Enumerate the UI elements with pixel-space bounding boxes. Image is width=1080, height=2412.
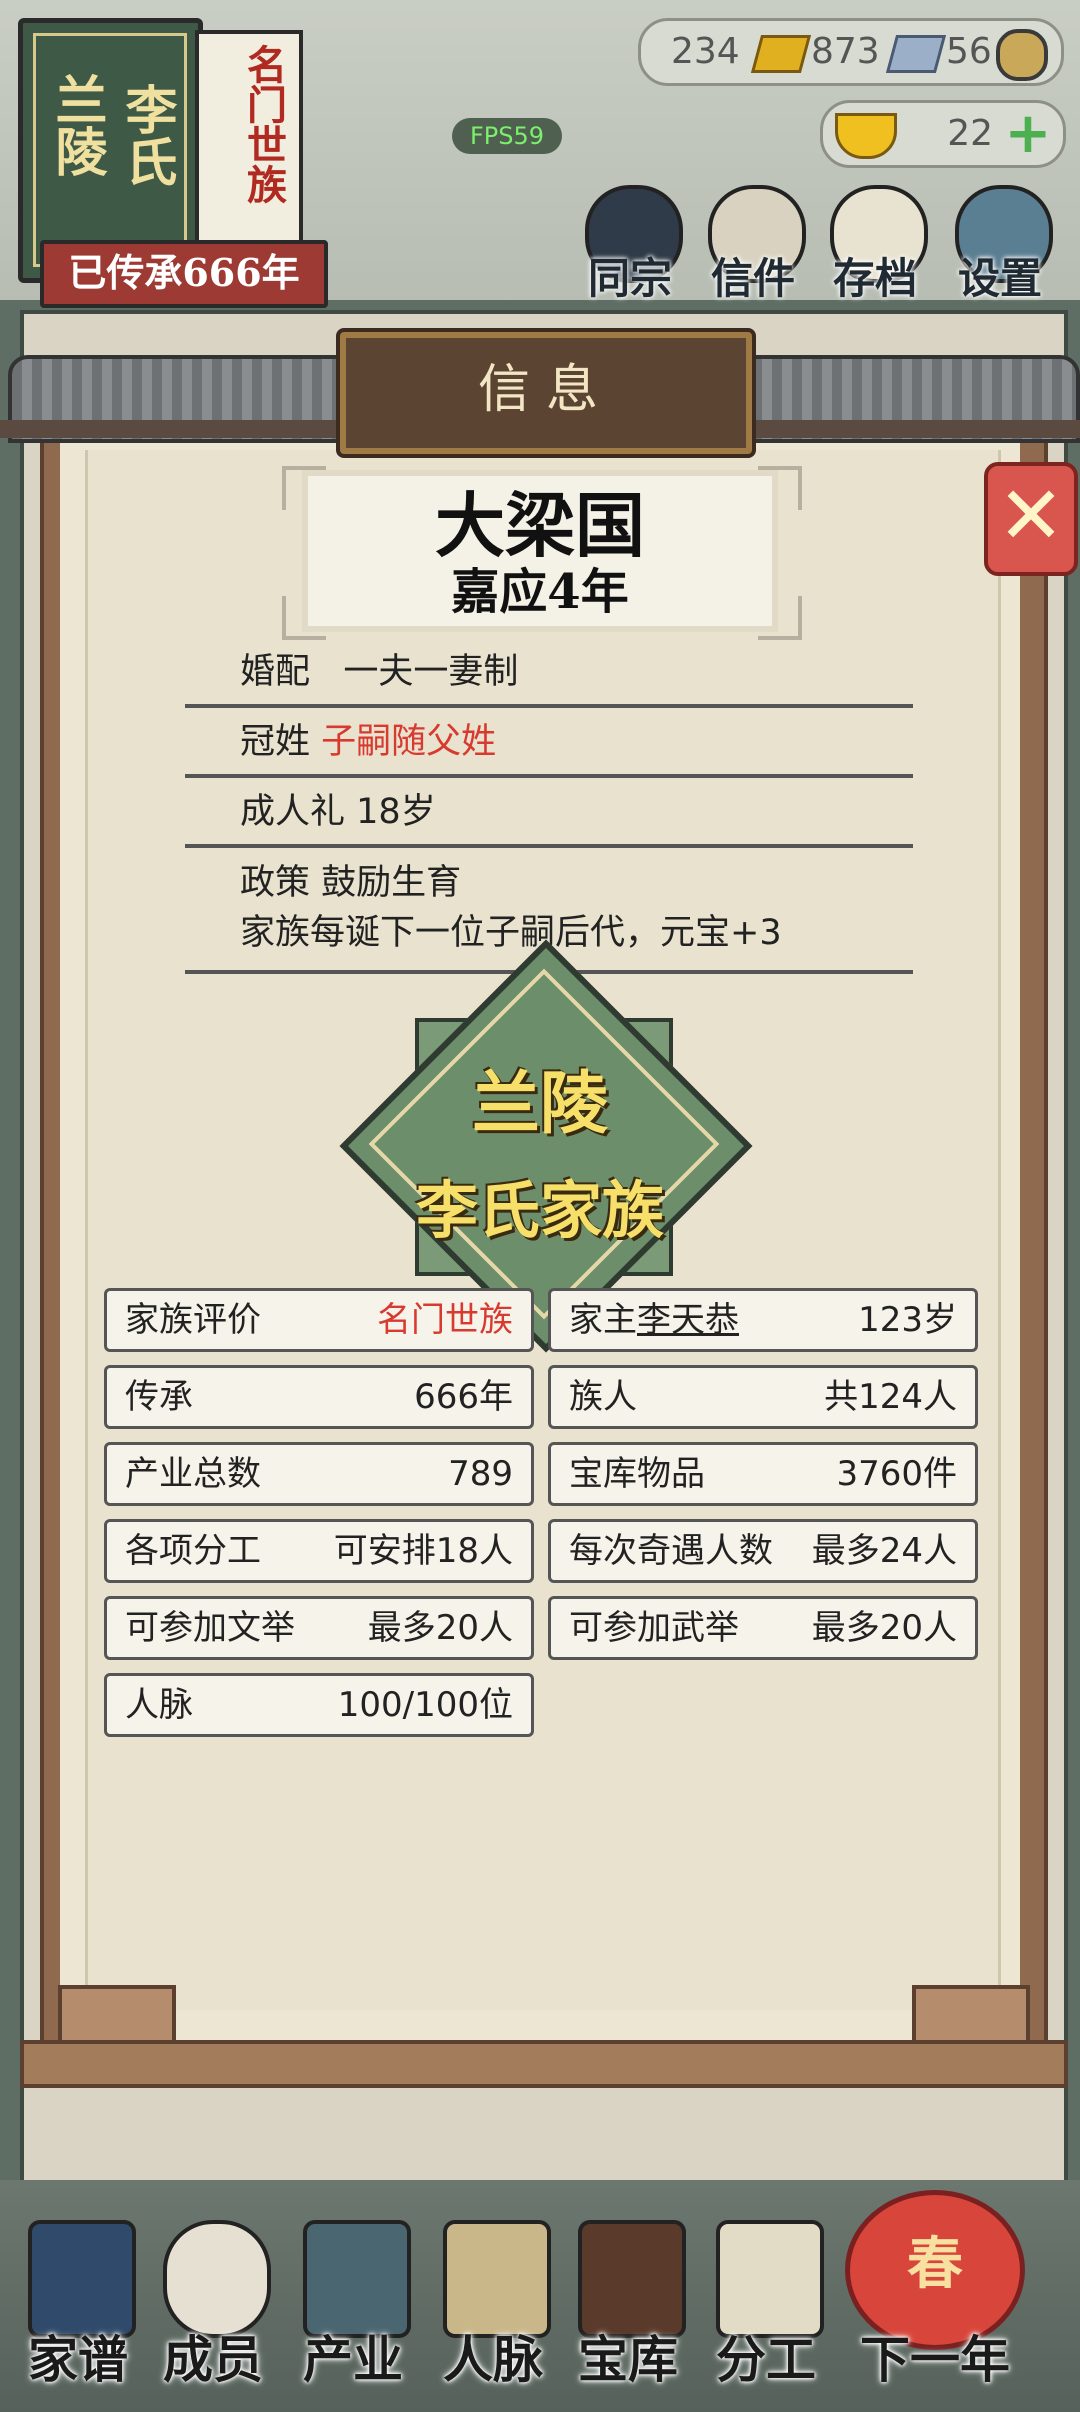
nav-industry-label: 产业: [303, 2330, 403, 2389]
nav-vault[interactable]: 宝库: [560, 2220, 696, 2400]
policy-label: 政策: [240, 863, 311, 903]
stat-value: 3760件: [836, 1454, 957, 1494]
silver-bar-icon: [885, 35, 947, 73]
stat-civil-exam: 可参加文举 最多20人: [104, 1596, 534, 1660]
stat-label: 宝库物品: [569, 1454, 705, 1494]
next-year-button[interactable]: 下一年: [850, 2220, 1020, 2400]
legacy-ribbon: 已传承666年: [40, 240, 328, 308]
currency-bar: 234 873 56: [638, 18, 1064, 86]
stat-value: 789: [448, 1454, 513, 1494]
adulthood-label: 成人礼: [240, 792, 346, 832]
stat-clan-members: 族人 共124人: [548, 1365, 978, 1429]
adulthood-row: 成人礼 18岁: [185, 780, 913, 848]
nav-members[interactable]: 成员: [145, 2220, 281, 2400]
menu-settings-button[interactable]: 设置: [945, 185, 1055, 303]
menu-clan-label: 同宗: [587, 254, 672, 303]
marriage-value: 一夫一妻制: [343, 652, 519, 692]
close-icon: ✕: [997, 469, 1065, 562]
fps-counter: FPS59: [452, 118, 562, 154]
stat-label: 各项分工: [125, 1531, 261, 1571]
gold-count: 234: [671, 31, 740, 72]
next-year-label: 下一年: [860, 2330, 1010, 2389]
coin-icon: [996, 29, 1048, 81]
stat-label: 传承: [125, 1377, 193, 1417]
stat-value: 共124人: [824, 1377, 957, 1417]
head-age: 123岁: [858, 1300, 957, 1340]
stat-labor: 各项分工 可安排18人: [104, 1519, 534, 1583]
marriage-row: 婚配 一夫一妻制: [185, 640, 913, 708]
stat-value: 最多20人: [811, 1608, 957, 1648]
stat-label: 产业总数: [125, 1454, 261, 1494]
stat-network: 人脉 100/100位: [104, 1673, 534, 1737]
marriage-label: 婚配: [240, 652, 311, 692]
modal-title: 信息: [477, 360, 614, 420]
rank-banner: 名门世族: [195, 30, 303, 248]
banner-place: 兰陵: [46, 73, 107, 177]
modal-title-plaque: 信息: [340, 332, 752, 454]
stat-value: 最多24人: [811, 1531, 957, 1571]
head-name[interactable]: 李天恭: [637, 1300, 739, 1340]
nav-network[interactable]: 人脉: [425, 2220, 561, 2400]
silver-count: 873: [811, 31, 880, 72]
adulthood-value: 18岁: [356, 792, 436, 832]
surname-value: 子嗣随父姓: [321, 722, 497, 762]
yuanbao-icon: [835, 113, 897, 159]
stat-family-head[interactable]: 家主李天恭 123岁: [548, 1288, 978, 1352]
stat-value: 666年: [414, 1377, 513, 1417]
policy-value: 鼓励生育: [321, 863, 462, 903]
nav-labor[interactable]: 分工: [698, 2220, 834, 2400]
stat-label: 人脉: [125, 1685, 193, 1725]
surname-row: 冠姓 子嗣随父姓: [185, 710, 913, 778]
stat-label: 可参加武举: [569, 1608, 739, 1648]
stat-label: 可参加文举: [125, 1608, 295, 1648]
nav-industry[interactable]: 产业: [285, 2220, 421, 2400]
nav-genealogy-label: 家谱: [28, 2330, 128, 2389]
stat-value: 最多20人: [367, 1608, 513, 1648]
stat-value: 100/100位: [337, 1685, 513, 1725]
stat-value: 可安排18人: [333, 1531, 513, 1571]
stat-encounter: 每次奇遇人数 最多24人: [548, 1519, 978, 1583]
stat-label: 家族评价: [125, 1300, 261, 1340]
stat-vault-items: 宝库物品 3760件: [548, 1442, 978, 1506]
surname-label: 冠姓: [240, 722, 311, 762]
nav-members-label: 成员: [163, 2330, 263, 2389]
country-name: 大梁国: [435, 484, 645, 567]
menu-save-label: 存档: [832, 254, 917, 303]
yuanbao-bar: 22 +: [820, 100, 1066, 168]
menu-settings-label: 设置: [957, 254, 1042, 303]
nav-genealogy[interactable]: 家谱: [10, 2220, 146, 2400]
era-year: 嘉应4年: [451, 564, 629, 620]
add-yuanbao-icon[interactable]: +: [1003, 106, 1053, 162]
modal-bottom-rail: [20, 2040, 1068, 2088]
stat-label: 每次奇遇人数: [569, 1531, 773, 1571]
nav-labor-label: 分工: [716, 2330, 816, 2389]
gold-bar-icon: [750, 35, 812, 73]
stat-label: 族人: [569, 1377, 637, 1417]
nav-network-label: 人脉: [443, 2330, 543, 2389]
menu-letters-label: 信件: [710, 254, 795, 303]
legacy-text: 已传承666年: [68, 250, 300, 295]
yuanbao-count: 22: [947, 113, 993, 154]
nav-vault-label: 宝库: [578, 2330, 678, 2389]
stat-industries: 产业总数 789: [104, 1442, 534, 1506]
policy-description: 家族每诞下一位子嗣后代，元宝+3: [240, 913, 782, 953]
banner-surname: 李氏: [116, 83, 177, 187]
stat-military-exam: 可参加武举 最多20人: [548, 1596, 978, 1660]
country-box: 大梁国 嘉应4年: [308, 476, 772, 626]
coin-count: 56: [946, 31, 992, 72]
emblem-place: 兰陵: [471, 1064, 608, 1144]
stat-value: 名门世族: [377, 1300, 513, 1340]
rank-banner-text: 名门世族: [240, 44, 287, 204]
menu-clan-button[interactable]: 同宗: [575, 185, 685, 303]
menu-letters-button[interactable]: 信件: [698, 185, 808, 303]
stat-legacy: 传承 666年: [104, 1365, 534, 1429]
menu-save-button[interactable]: 存档: [820, 185, 930, 303]
close-button[interactable]: ✕: [984, 462, 1078, 576]
emblem-family: 李氏家族: [415, 1174, 664, 1247]
stat-family-rating: 家族评价 名门世族: [104, 1288, 534, 1352]
head-label: 家主: [569, 1300, 637, 1340]
